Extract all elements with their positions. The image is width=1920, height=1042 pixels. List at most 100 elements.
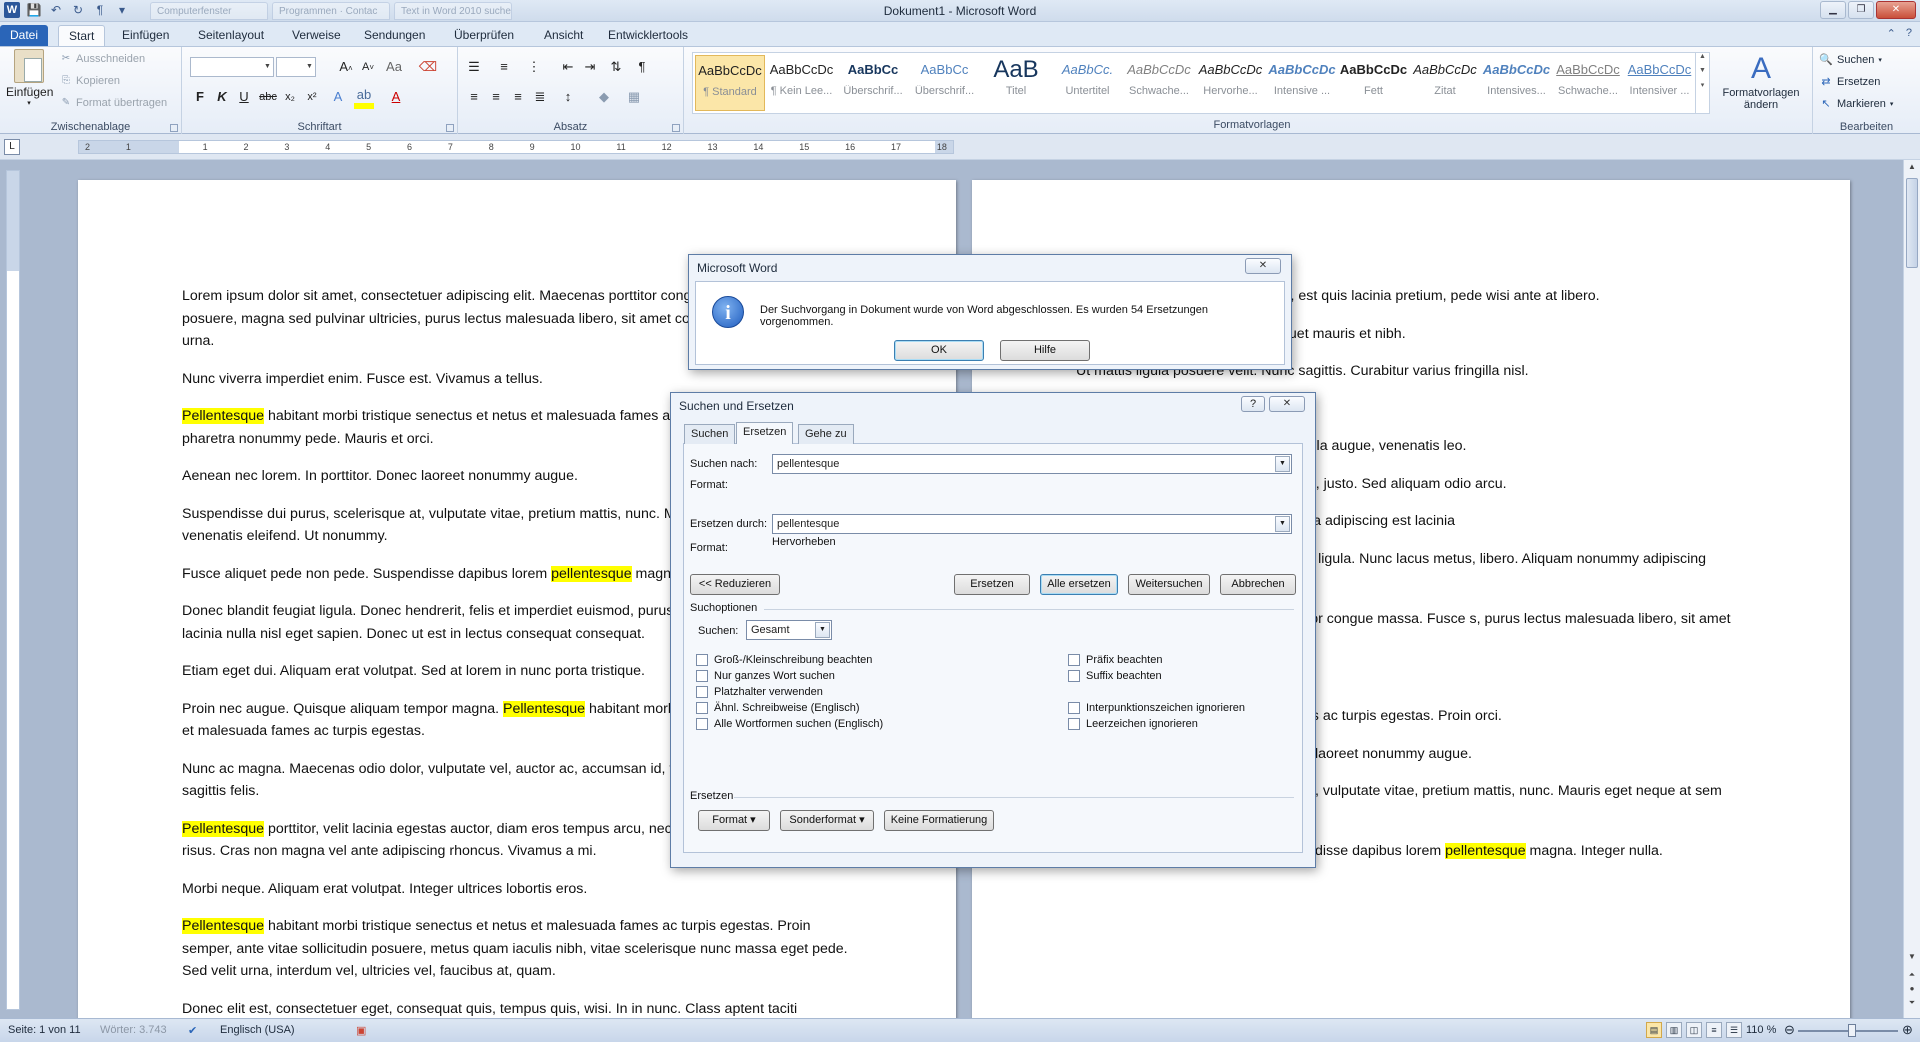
zoom-in-icon[interactable]: ⊕ — [1902, 1022, 1913, 1038]
zoom-slider-knob[interactable] — [1848, 1024, 1856, 1037]
vertical-ruler[interactable] — [6, 170, 20, 1010]
copy-button[interactable]: ⎘ Kopieren — [60, 75, 120, 87]
tab-goto[interactable]: Gehe zu — [798, 424, 854, 444]
tab-ansicht[interactable]: Ansicht — [534, 25, 593, 46]
tab-entwicklertools[interactable]: Entwicklertools — [598, 25, 698, 46]
zoom-level[interactable]: 110 % — [1746, 1024, 1776, 1036]
proofing-icon[interactable]: ✔ — [188, 1024, 197, 1037]
checkbox[interactable] — [1068, 654, 1080, 666]
italic-icon[interactable]: K — [212, 87, 232, 107]
horizontal-ruler[interactable]: 2 1 1 2 3 4 5 6 7 8 9 10 11 12 13 14 15 16 17 18 — [78, 140, 954, 154]
restore-button[interactable]: ❐ — [1848, 1, 1874, 19]
option-checkbox-row[interactable]: Leerzeichen ignorieren — [1068, 718, 1198, 730]
customize-qat-icon[interactable]: ▾ — [114, 2, 130, 18]
gallery-scroll[interactable]: ▲ ▼ ▾ — [1695, 53, 1709, 113]
checkbox[interactable] — [1068, 718, 1080, 730]
scroll-thumb[interactable] — [1906, 178, 1918, 268]
tab-sendungen[interactable]: Sendungen — [354, 25, 435, 46]
option-checkbox-row[interactable]: Alle Wortformen suchen (Englisch) — [696, 718, 883, 730]
tab-einfügen[interactable]: Einfügen — [112, 25, 179, 46]
cancel-button[interactable]: Abbrechen — [1220, 574, 1296, 595]
paste-button[interactable]: Einfügen ▾ — [6, 49, 53, 107]
sort-icon[interactable]: ⇅ — [606, 57, 626, 77]
fullscreen-reading-view-button[interactable]: ▥ — [1666, 1022, 1682, 1038]
help-dialog-button[interactable]: Hilfe — [1000, 340, 1090, 361]
decrease-indent-icon[interactable]: ⇤ — [558, 57, 578, 77]
format-dropdown-button[interactable]: Format ▾ — [698, 810, 770, 831]
select-button[interactable]: ↖ Markieren ▾ — [1819, 97, 1893, 111]
style-item[interactable]: AaBbCc Überschrif... — [838, 55, 908, 111]
tab-start[interactable]: Start — [58, 25, 106, 46]
tab-selector[interactable]: L — [4, 139, 20, 155]
message-close-button[interactable]: ✕ — [1245, 258, 1281, 274]
replace-ribbon-button[interactable]: ⇄ Ersetzen — [1819, 75, 1880, 89]
vertical-scrollbar[interactable]: ▲ ▼ ⏶ ● ⏷ — [1903, 160, 1920, 1018]
tab-find[interactable]: Suchen — [684, 424, 736, 444]
paragraph[interactable]: Donec elit est, consectetuer eget, conse… — [182, 998, 854, 1019]
word-count[interactable]: Wörter: 3.743 — [100, 1024, 167, 1036]
minimize-button[interactable]: ▁ — [1820, 1, 1846, 19]
background-tab[interactable]: Computerfenster — [150, 2, 268, 20]
style-item[interactable]: AaBbCcDc Fett — [1339, 55, 1409, 111]
checkbox[interactable] — [1068, 702, 1080, 714]
tab-seitenlayout[interactable]: Seitenlayout — [188, 25, 274, 46]
checkbox[interactable] — [696, 670, 708, 682]
justify-icon[interactable]: ≣ — [530, 87, 550, 107]
checkbox[interactable] — [696, 654, 708, 666]
style-item[interactable]: AaB Titel — [981, 55, 1051, 111]
tab-überprüfen[interactable]: Überprüfen — [444, 25, 524, 46]
strikethrough-icon[interactable]: abc — [258, 87, 278, 107]
bold-icon[interactable]: F — [190, 87, 210, 107]
align-left-icon[interactable]: ≡ — [464, 87, 484, 107]
zoom-out-icon[interactable]: ⊖ — [1784, 1022, 1795, 1038]
scroll-down-icon[interactable]: ▼ — [1904, 950, 1920, 964]
paragraph[interactable]: Pellentesque habitant morbi tristique se… — [182, 915, 854, 983]
find-next-button[interactable]: Weitersuchen — [1128, 574, 1210, 595]
chevron-down-icon[interactable]: ▼ — [1275, 456, 1290, 472]
style-item[interactable]: AaBbCc Überschrif... — [910, 55, 980, 111]
style-item[interactable]: AaBbCcDc Intensives... — [1482, 55, 1552, 111]
paragraph[interactable]: Nunc viverra imperdiet enim. Fusce est. … — [182, 368, 854, 391]
browse-object-icon[interactable]: ● — [1904, 982, 1920, 996]
pilcrow-icon[interactable]: ¶ — [92, 2, 108, 18]
ok-button[interactable]: OK — [894, 340, 984, 361]
language-indicator[interactable]: Englisch (USA) — [220, 1024, 295, 1036]
grow-font-icon[interactable]: A˄ — [336, 57, 356, 77]
style-item[interactable]: AaBbCcDc Schwache... — [1553, 55, 1623, 111]
find-button[interactable]: 🔍 Suchen ▾ — [1819, 53, 1882, 67]
subscript-icon[interactable]: x₂ — [280, 87, 300, 107]
checkbox[interactable] — [696, 718, 708, 730]
print-layout-view-button[interactable]: ▤ — [1646, 1022, 1662, 1038]
special-dropdown-button[interactable]: Sonderformat ▾ — [780, 810, 874, 831]
show-marks-icon[interactable]: ¶ — [632, 57, 652, 77]
style-item[interactable]: AaBbCcDc Schwache... — [1124, 55, 1194, 111]
outline-view-button[interactable]: ≡ — [1706, 1022, 1722, 1038]
superscript-icon[interactable]: x² — [302, 87, 322, 107]
scroll-up-icon[interactable]: ▲ — [1904, 160, 1920, 174]
web-layout-view-button[interactable]: ◫ — [1686, 1022, 1702, 1038]
checkbox[interactable] — [696, 686, 708, 698]
tab-datei[interactable]: Datei — [0, 25, 49, 46]
borders-icon[interactable]: ▦ — [624, 87, 644, 107]
dialog-close-button[interactable]: ✕ — [1269, 396, 1305, 412]
align-right-icon[interactable]: ≡ — [508, 87, 528, 107]
underline-icon[interactable]: U — [234, 87, 254, 107]
help-icon[interactable]: ? — [1906, 27, 1912, 40]
highlight-icon[interactable]: ab — [354, 85, 374, 105]
multilevel-list-icon[interactable]: ⋮ — [524, 57, 544, 77]
clipboard-launcher[interactable] — [170, 124, 178, 132]
shading-icon[interactable]: ◆ — [594, 87, 614, 107]
align-center-icon[interactable]: ≡ — [486, 87, 506, 107]
option-checkbox-row[interactable]: Interpunktionszeichen ignorieren — [1068, 702, 1245, 714]
find-what-input[interactable]: pellentesque ▼ — [772, 454, 1292, 474]
checkbox[interactable] — [1068, 670, 1080, 682]
style-item[interactable]: AaBbCc. Untertitel — [1053, 55, 1123, 111]
clear-formatting-icon[interactable]: ⌫ — [418, 57, 438, 77]
undo-icon[interactable]: ↶ — [48, 2, 64, 18]
option-checkbox-row[interactable]: Groß-/Kleinschreibung beachten — [696, 654, 872, 666]
option-checkbox-row[interactable]: Suffix beachten — [1068, 670, 1162, 682]
minimize-ribbon-icon[interactable]: ⌃ — [1887, 27, 1896, 40]
no-formatting-button[interactable]: Keine Formatierung — [884, 810, 994, 831]
change-styles-button[interactable]: A Formatvorlagen ändern — [1718, 51, 1804, 111]
format-painter-button[interactable]: ✎ Format übertragen — [60, 97, 167, 109]
